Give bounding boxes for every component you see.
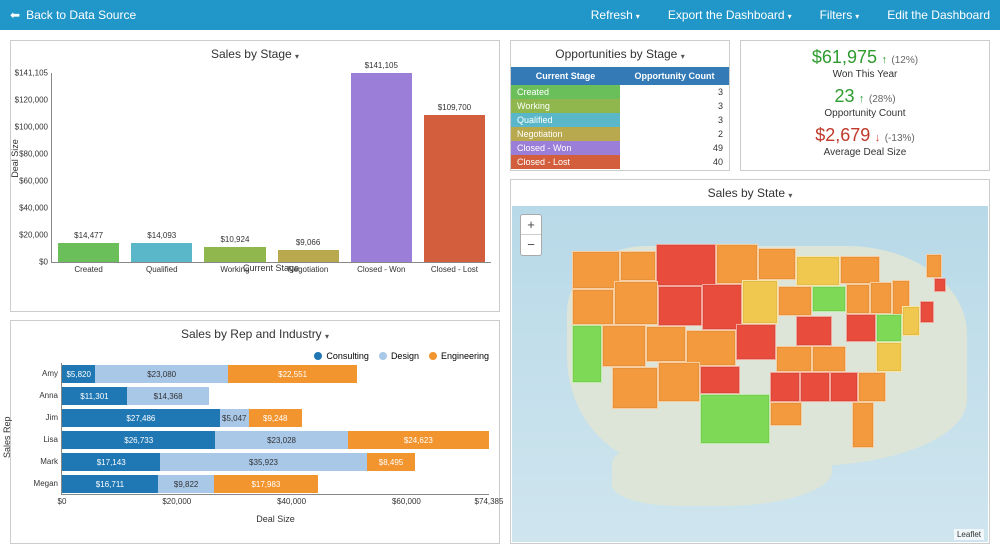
col-opportunity-count: Opportunity Count xyxy=(620,67,729,85)
export-menu[interactable]: Export the Dashboard▾ xyxy=(668,8,792,22)
opp-table-header: Current Stage Opportunity Count xyxy=(511,67,729,85)
won-pct: (12%) xyxy=(891,55,918,66)
sales-by-rep-chart: Sales Rep Deal Size Amy$5,820$23,080$22,… xyxy=(11,363,499,543)
legend-consulting[interactable]: Consulting xyxy=(314,351,369,361)
zoom-control: + − xyxy=(520,214,542,256)
legend-design[interactable]: Design xyxy=(379,351,419,361)
chevron-down-icon: ▾ xyxy=(681,52,685,61)
chevron-down-icon: ▾ xyxy=(295,52,299,61)
table-row[interactable]: Qualified3 xyxy=(511,113,729,127)
bar-amy[interactable]: Amy$5,820$23,080$22,551 xyxy=(62,365,489,383)
map[interactable]: + − xyxy=(512,206,988,542)
chevron-down-icon: ▾ xyxy=(788,191,792,200)
avg-pct: (-13%) xyxy=(885,133,915,144)
arrow-up-icon: ↑ xyxy=(881,54,887,66)
bar-jim[interactable]: Jim$27,486$5,047$9,248 xyxy=(62,409,489,427)
legend-engineering[interactable]: Engineering xyxy=(429,351,489,361)
y-axis-label: Sales Rep xyxy=(2,416,12,458)
edit-dashboard-link[interactable]: Edit the Dashboard xyxy=(887,8,990,22)
x-axis-label: Deal Size xyxy=(256,514,295,524)
refresh-menu[interactable]: Refresh▾ xyxy=(591,8,640,22)
avg-value: $2,679 xyxy=(815,125,870,145)
leaflet-attrib: Leaflet xyxy=(954,529,984,540)
bar-megan[interactable]: Megan$16,711$9,822$17,983 xyxy=(62,475,489,493)
bar-created[interactable]: $14,477Created xyxy=(52,73,125,262)
back-link[interactable]: ⬅ Back to Data Source xyxy=(10,8,136,22)
won-label: Won This Year xyxy=(747,69,983,80)
col-current-stage: Current Stage xyxy=(511,67,620,85)
count-value: 23 xyxy=(834,86,854,106)
chevron-down-icon: ▾ xyxy=(855,12,859,21)
bar-closed-won[interactable]: $141,105Closed - Won xyxy=(345,73,418,262)
opportunities-panel: Opportunities by Stage ▾ Current Stage O… xyxy=(510,40,730,171)
bar-negotiation[interactable]: $9,066Negotiation xyxy=(272,73,345,262)
table-row[interactable]: Created3 xyxy=(511,85,729,99)
legend: Consulting Design Engineering xyxy=(11,347,499,363)
opportunities-title[interactable]: Opportunities by Stage ▾ xyxy=(511,41,729,67)
arrow-up-icon: ↑ xyxy=(859,93,865,105)
sales-by-rep-title[interactable]: Sales by Rep and Industry ▾ xyxy=(11,321,499,347)
chevron-down-icon: ▾ xyxy=(325,332,329,341)
filters-menu[interactable]: Filters▾ xyxy=(820,8,860,22)
chevron-down-icon: ▾ xyxy=(788,12,792,21)
count-label: Opportunity Count xyxy=(747,108,983,119)
zoom-in-button[interactable]: + xyxy=(521,215,541,235)
sales-by-stage-title[interactable]: Sales by Stage ▾ xyxy=(11,41,499,67)
chevron-down-icon: ▾ xyxy=(636,12,640,21)
sales-by-rep-panel: Sales by Rep and Industry ▾ Consulting D… xyxy=(10,320,500,544)
table-row[interactable]: Negotiation2 xyxy=(511,127,729,141)
bar-mark[interactable]: Mark$17,143$35,923$8,495 xyxy=(62,453,489,471)
bar-closed-lost[interactable]: $109,700Closed - Lost xyxy=(418,73,491,262)
bar-working[interactable]: $10,924Working xyxy=(198,73,271,262)
sales-by-stage-panel: Sales by Stage ▾ Deal Size $0$20,000$40,… xyxy=(10,40,500,312)
bar-lisa[interactable]: Lisa$26,733$23,028$24,623 xyxy=(62,431,489,449)
sales-by-state-panel: Sales by State ▾ + − xyxy=(510,179,990,544)
table-row[interactable]: Closed - Lost40 xyxy=(511,155,729,169)
sales-by-stage-chart: Deal Size $0$20,000$40,000$60,000$80,000… xyxy=(11,73,499,311)
table-row[interactable]: Closed - Won49 xyxy=(511,141,729,155)
zoom-out-button[interactable]: − xyxy=(521,235,541,255)
sales-by-state-title[interactable]: Sales by State ▾ xyxy=(511,180,989,206)
kpi-panel: $61,975 ↑ (12%) Won This Year 23 ↑ (28%)… xyxy=(740,40,990,171)
table-row[interactable]: Working3 xyxy=(511,99,729,113)
back-label: Back to Data Source xyxy=(26,8,136,22)
bar-anna[interactable]: Anna$11,301$14,368 xyxy=(62,387,489,405)
arrow-left-icon: ⬅ xyxy=(10,8,20,22)
bar-qualified[interactable]: $14,093Qualified xyxy=(125,73,198,262)
won-value: $61,975 xyxy=(812,47,877,67)
count-pct: (28%) xyxy=(869,94,896,105)
avg-label: Average Deal Size xyxy=(747,147,983,158)
arrow-down-icon: ↓ xyxy=(875,132,881,144)
